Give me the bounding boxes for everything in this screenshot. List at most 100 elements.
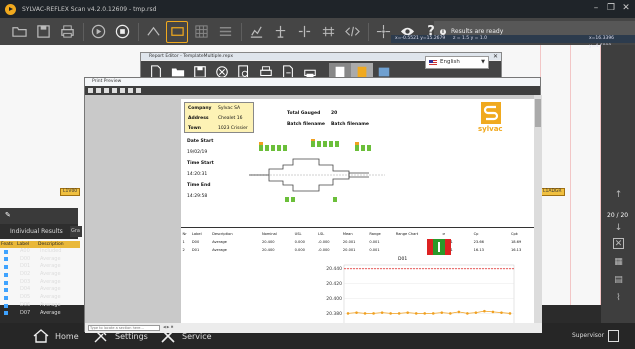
zoom-in-icon[interactable] xyxy=(96,88,101,93)
close-icon[interactable]: ✕ xyxy=(621,3,631,14)
result-row[interactable]: A00 Included xyxy=(0,248,80,256)
feature-tag[interactable]: L1V00 xyxy=(60,188,81,196)
result-row[interactable]: D04 Average xyxy=(0,286,80,294)
result-row[interactable]: D02 Average xyxy=(0,271,80,279)
result-row[interactable]: D00 Average xyxy=(0,256,80,264)
print-icon[interactable] xyxy=(56,21,78,43)
report-icon[interactable]: ▤ xyxy=(613,275,624,286)
arrow-down-icon[interactable]: ↓ xyxy=(613,223,624,234)
preview-scrollbar[interactable] xyxy=(534,95,542,323)
date-start-label: Date Start xyxy=(187,139,214,144)
y-tick-label: 20.400 xyxy=(326,296,342,302)
table-cell: 18.69 xyxy=(510,240,522,244)
result-row[interactable]: D05 Average xyxy=(0,294,80,302)
home-button[interactable]: Home xyxy=(33,328,79,344)
company-info-box: Company Sylvac SA Address Chealet 16 Tow… xyxy=(184,102,254,133)
sylvac-logo: sylvac xyxy=(472,102,510,136)
table-cell: -0.000 xyxy=(317,240,330,244)
data-point xyxy=(414,312,418,315)
scrollbar-thumb[interactable] xyxy=(535,99,541,127)
table-cell: D00 xyxy=(191,240,200,244)
result-description: Average xyxy=(40,255,61,262)
table-cell: 20.400 xyxy=(261,240,275,244)
result-label: D00 xyxy=(20,255,31,262)
align-icon[interactable] xyxy=(293,21,315,43)
table-header-cell: Range Chart xyxy=(395,232,419,236)
data-point xyxy=(440,311,444,314)
locate-section-input[interactable]: Type to locate a section here... xyxy=(88,325,160,331)
stop-icon[interactable] xyxy=(111,21,133,43)
code-icon[interactable] xyxy=(341,21,363,43)
data-point xyxy=(466,312,469,315)
col-label[interactable]: Label xyxy=(17,241,29,248)
table-cell: 1 xyxy=(182,240,185,244)
result-label: D04 xyxy=(20,286,31,293)
results-column-header: Feats Label Description xyxy=(0,241,80,248)
preview-canvas[interactable]: Company Sylvac SA Address Chealet 16 Tow… xyxy=(85,95,542,323)
result-row[interactable]: D03 Average xyxy=(0,279,80,287)
folder-open-icon[interactable] xyxy=(8,21,30,43)
data-point xyxy=(406,311,409,314)
play-icon[interactable] xyxy=(87,21,109,43)
result-label: D07 xyxy=(20,309,31,316)
save-icon[interactable] xyxy=(32,21,54,43)
graph-tab[interactable]: Gra xyxy=(70,226,82,237)
y-tick-label: 20.420 xyxy=(326,281,342,287)
date-start-value: 19/02/19 xyxy=(187,150,208,155)
result-row[interactable]: D01 Average xyxy=(0,263,80,271)
tool-icon[interactable] xyxy=(142,21,164,43)
layers-icon[interactable] xyxy=(214,21,236,43)
address-label: Address xyxy=(188,116,209,121)
calculator-icon[interactable]: ▦ xyxy=(613,257,624,268)
maximize-icon[interactable]: ❐ xyxy=(606,3,616,14)
result-label: D01 xyxy=(20,263,31,270)
app-window: SYLVAC-REFLEX Scan v4.2.0.12609 - tmp.rs… xyxy=(0,0,635,349)
close-icon[interactable]: ✕ xyxy=(493,53,498,60)
close-box-icon[interactable]: ✕ xyxy=(613,238,624,249)
pin-icon[interactable]: ✎ xyxy=(5,212,12,219)
arrow-up-icon[interactable]: ↑ xyxy=(613,190,624,201)
logo-text: sylvac xyxy=(478,125,503,133)
multipage-icon[interactable] xyxy=(128,88,133,93)
result-row[interactable]: D06 Average xyxy=(0,302,80,310)
print-icon[interactable] xyxy=(88,88,93,93)
role-label: Supervisor xyxy=(572,332,605,339)
preview-status-bar: Type to locate a section here... ◀ ▶ ✖ xyxy=(85,323,542,333)
table-cell: 23.66 xyxy=(473,240,484,244)
col-description[interactable]: Description xyxy=(38,241,64,248)
table-cell: -0.000 xyxy=(317,248,330,252)
feature-tag[interactable]: L1ADGR xyxy=(540,188,565,196)
window-title: SYLVAC-REFLEX Scan v4.2.0.12609 - tmp.rs… xyxy=(22,5,157,13)
result-description: Average xyxy=(40,301,61,308)
print-preview-window: Print Preview Company Sylvac SA Address … xyxy=(84,77,542,333)
flatten-icon[interactable] xyxy=(317,21,339,43)
result-counter: 20 / 20 xyxy=(607,212,629,219)
export-icon[interactable] xyxy=(136,88,141,93)
table-cell: 16.13 xyxy=(473,248,484,252)
result-label: A00 xyxy=(20,248,30,254)
town-label: Town xyxy=(188,126,201,131)
result-row[interactable]: D07 Average xyxy=(0,310,80,318)
range-low-marker xyxy=(427,239,433,255)
info-icon: i xyxy=(440,28,446,35)
logout-icon[interactable] xyxy=(608,330,619,342)
search-icon[interactable] xyxy=(112,88,117,93)
language-select[interactable]: English ▼ xyxy=(425,56,489,69)
zoom-out-icon[interactable] xyxy=(104,88,109,93)
search-nav-buttons[interactable]: ◀ ▶ ✖ xyxy=(163,325,174,329)
feature-color-icon xyxy=(4,272,8,277)
feature-color-icon xyxy=(4,280,8,285)
frame-icon[interactable] xyxy=(166,20,188,43)
measure-icon[interactable] xyxy=(269,21,291,43)
us-flag-icon xyxy=(429,60,437,65)
table-header-cell: USL xyxy=(294,232,302,236)
page-icon[interactable] xyxy=(120,88,125,93)
col-feats[interactable]: Feats xyxy=(1,241,13,248)
home-label: Home xyxy=(55,331,79,341)
minimize-icon[interactable]: – xyxy=(591,3,601,14)
chart-toggle-icon[interactable]: ⌇ xyxy=(613,293,624,304)
individual-results-tab[interactable]: Individual Results xyxy=(0,224,78,239)
chart-icon[interactable] xyxy=(245,21,267,43)
grid-icon[interactable] xyxy=(190,21,212,43)
table-cell: Average xyxy=(212,240,227,244)
